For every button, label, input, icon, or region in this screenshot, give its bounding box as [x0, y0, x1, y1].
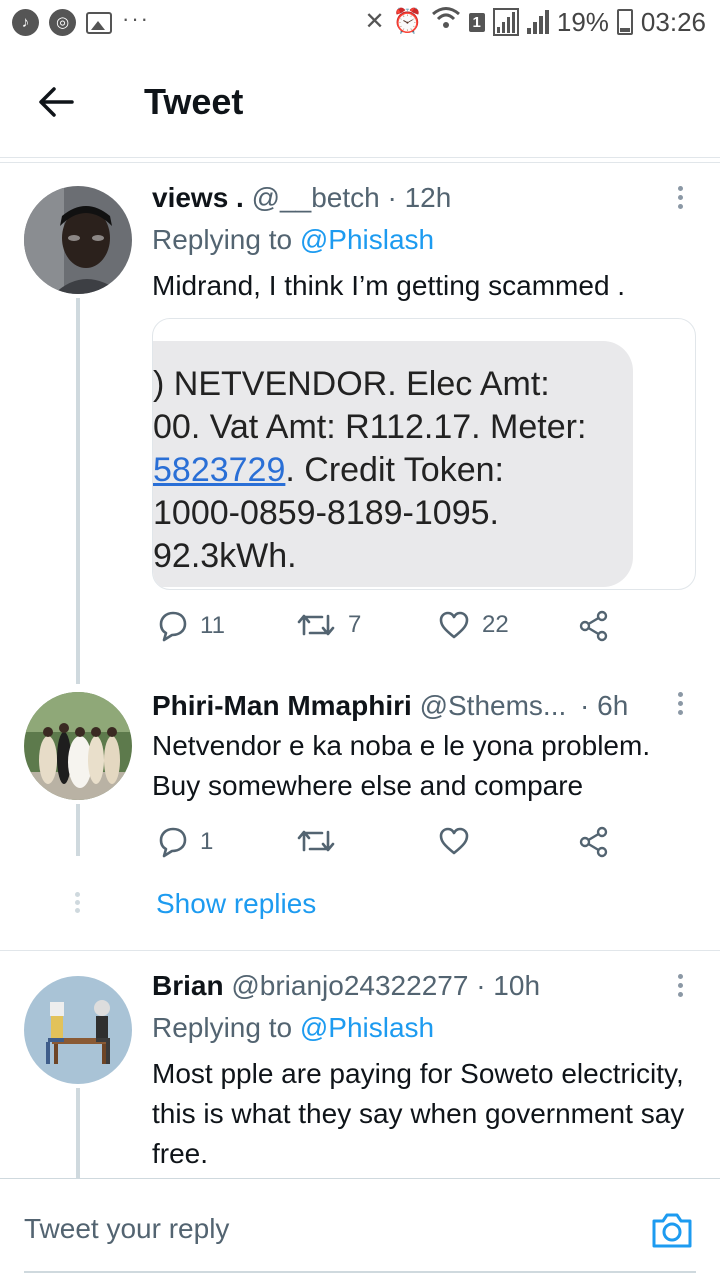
- display-name[interactable]: Brian: [152, 970, 224, 1001]
- replying-to: Replying to @Phislash: [152, 1012, 434, 1044]
- more-options-button[interactable]: [673, 974, 687, 1004]
- reply-composer: Tweet your reply: [0, 1178, 720, 1280]
- tweet-item[interactable]: Brian @brianjo24322277 · 10h Replying to…: [0, 0, 720, 1180]
- avatar[interactable]: [24, 976, 132, 1084]
- camera-button[interactable]: [650, 1209, 694, 1251]
- thread-line: [76, 1088, 80, 1180]
- handle[interactable]: @brianjo24322277: [231, 970, 468, 1001]
- timestamp: · 10h: [476, 970, 541, 1001]
- reply-input[interactable]: Tweet your reply: [24, 1213, 229, 1245]
- camera-icon: [652, 1213, 692, 1248]
- replying-to-label: Replying to: [152, 1012, 293, 1043]
- tweet-header: Brian @brianjo24322277 · 10h: [152, 970, 540, 1002]
- tweet-text: Most pple are paying for Soweto electric…: [152, 1058, 685, 1169]
- composer-underline: [24, 1271, 696, 1273]
- replying-to-handle[interactable]: @Phislash: [300, 1012, 434, 1043]
